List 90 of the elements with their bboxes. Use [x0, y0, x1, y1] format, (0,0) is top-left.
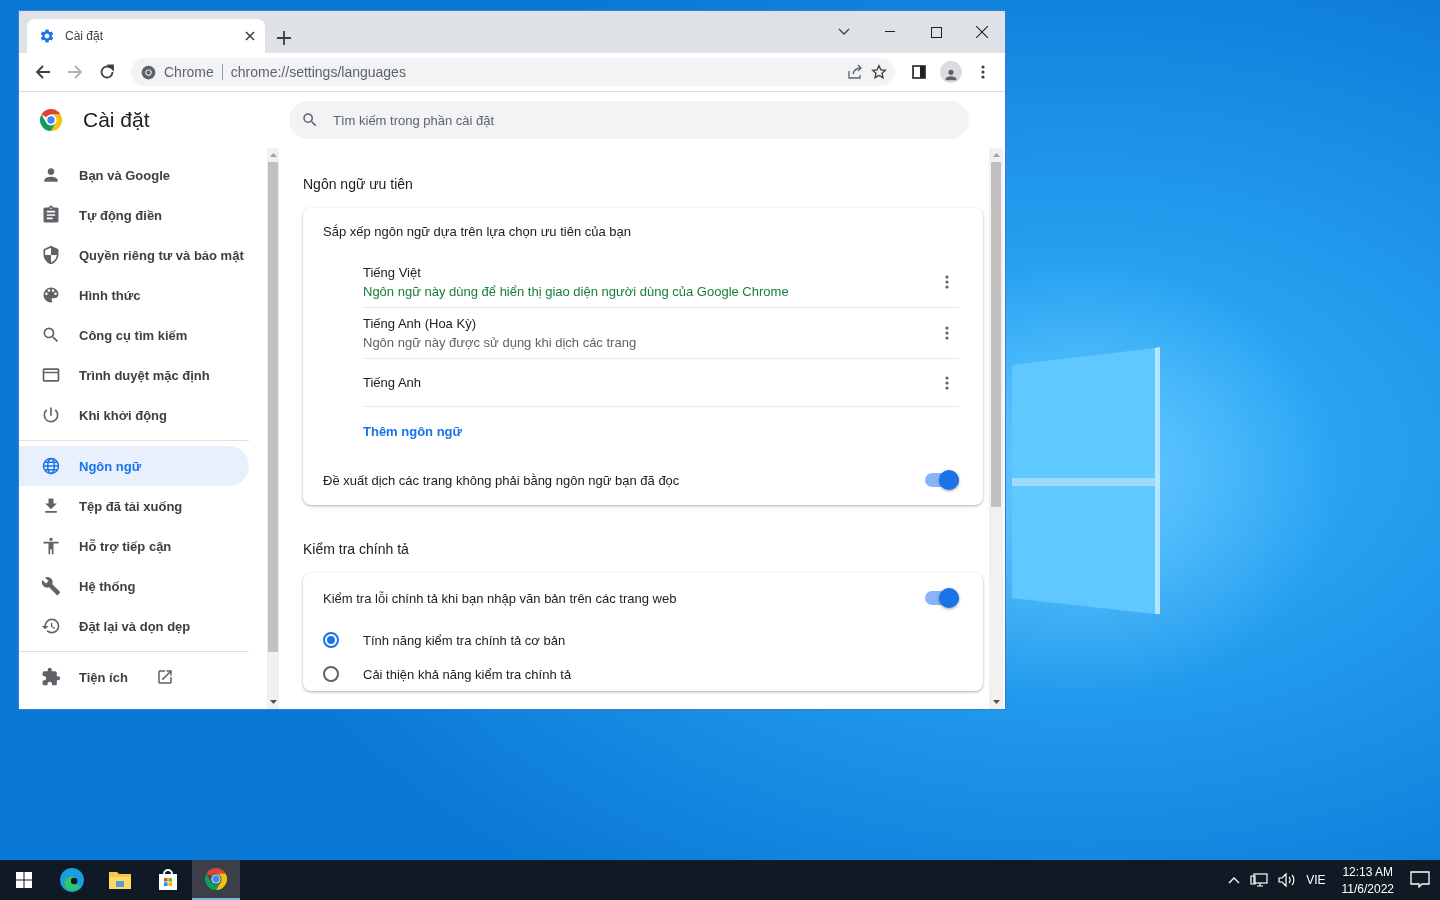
power-icon: [41, 405, 61, 425]
store-icon: [156, 868, 180, 892]
sidebar-item[interactable]: Ngôn ngữ: [19, 446, 249, 486]
close-icon: [976, 26, 988, 38]
new-tab-button[interactable]: [277, 31, 291, 45]
radio-button[interactable]: [323, 632, 339, 648]
browser-window-icon: [41, 365, 61, 385]
radio-button[interactable]: [323, 666, 339, 682]
option-label: Cải thiện khả năng kiểm tra chính tả: [363, 666, 572, 682]
more-icon: [945, 326, 949, 340]
add-language-link[interactable]: Thêm ngôn ngữ: [363, 423, 462, 439]
volume-button[interactable]: [1278, 872, 1297, 888]
search-icon: [41, 325, 61, 345]
more-icon: [945, 275, 949, 289]
chevron-up-button[interactable]: [1228, 876, 1241, 884]
menu-icon: [981, 65, 985, 79]
sidebar-item[interactable]: Quyền riêng tư và bảo mật: [19, 235, 249, 275]
url-text: chrome://settings/languages: [230, 64, 407, 80]
language-note: Ngôn ngữ này được sử dụng khi dịch các trang: [363, 335, 638, 350]
language-name: Tiếng Anh: [363, 375, 423, 390]
history-icon: [41, 616, 61, 636]
maximize-icon: [930, 26, 942, 38]
star-icon[interactable]: [871, 64, 887, 80]
sidebar-item[interactable]: Hình thức: [19, 275, 249, 315]
section-title: Kiểm tra chính tả: [303, 541, 410, 557]
wrench-icon: [41, 576, 61, 596]
sidebar-item[interactable]: Tự động điền: [19, 195, 249, 235]
input-language[interactable]: VIE: [1306, 873, 1326, 887]
card-description: Sắp xếp ngôn ngữ dựa trên lựa chọn ưu tiên của bạn: [323, 223, 633, 241]
sidebar-item[interactable]: Bạn và Google: [19, 155, 249, 195]
gear-icon: [39, 28, 55, 44]
globe-icon: [41, 456, 61, 476]
language-note: Ngôn ngữ này dùng để hiển thị giao diện người dùng của Google Chrome: [363, 284, 790, 299]
setting-label: Đề xuất dịch các trang không phải bằng ngôn ngữ bạn đã đọc: [323, 472, 680, 488]
scrollbar[interactable]: [989, 148, 1003, 709]
external-link-icon: [155, 668, 174, 686]
clock[interactable]: 12:13 AM 11/6/2022: [1335, 864, 1400, 896]
search-field[interactable]: Tìm kiếm trong phần cài đặt: [289, 101, 969, 139]
folder-icon: [108, 869, 132, 891]
more-icon: [945, 375, 949, 390]
palette-icon: [41, 285, 61, 305]
origin-label: Chrome: [164, 64, 214, 80]
minimize-icon: [885, 31, 895, 33]
chevron-up-icon: [1228, 876, 1241, 884]
edge-icon: [59, 867, 85, 893]
chrome-logo: [39, 108, 63, 132]
sidebar-item[interactable]: Trình duyệt mặc định: [19, 355, 249, 395]
section-title: Ngôn ngữ ưu tiên: [303, 176, 414, 192]
chrome-icon: [204, 867, 228, 891]
forward-arrow-icon: [67, 64, 83, 80]
sidebar-item[interactable]: Tiện ích: [19, 657, 249, 697]
sidebar-item[interactable]: Khi khởi động: [19, 395, 249, 435]
share-icon[interactable]: [847, 64, 863, 80]
side-panel-icon: [912, 65, 926, 79]
scrollbar[interactable]: [267, 148, 279, 709]
sidebar-item[interactable]: Tệp đã tải xuống: [19, 486, 249, 526]
person-icon: [943, 67, 959, 83]
page-title: Cài đặt: [83, 108, 150, 132]
notification-button[interactable]: [1410, 871, 1430, 889]
shield-icon: [41, 245, 61, 265]
chevron-down-icon: [838, 28, 850, 36]
sidebar-item[interactable]: Đặt lại và dọn dẹp: [19, 606, 249, 646]
sidebar-item[interactable]: Công cụ tìm kiếm: [19, 315, 249, 355]
toggle-switch[interactable]: [925, 588, 959, 608]
language-name: Tiếng Anh (Hoa Kỳ): [363, 316, 477, 331]
puzzle-icon: [41, 667, 61, 687]
network-icon: [1250, 872, 1269, 888]
toggle-switch[interactable]: [925, 470, 959, 490]
windows-icon: [16, 872, 32, 888]
close-tab-button[interactable]: [245, 31, 255, 41]
back-arrow-icon: [35, 64, 51, 80]
taskbar-app[interactable]: [192, 860, 240, 900]
sidebar-item[interactable]: Hỗ trợ tiếp cận: [19, 526, 249, 566]
language-name: Tiếng Việt: [363, 265, 422, 280]
option-label: Tính năng kiểm tra chính tả cơ bản: [363, 632, 566, 648]
search-icon: [301, 111, 319, 129]
notification-icon: [1410, 871, 1430, 889]
chrome-icon: [141, 64, 156, 80]
clipboard-icon: [41, 205, 61, 225]
accessibility-icon: [41, 536, 61, 556]
address-bar[interactable]: Chrome chrome://settings/languages: [131, 58, 895, 86]
scroll-down-icon[interactable]: [269, 700, 277, 704]
sidebar-item[interactable]: Hệ thống: [19, 566, 249, 606]
plus-icon: [277, 31, 291, 45]
close-icon: [245, 31, 255, 41]
reload-icon: [99, 64, 115, 80]
network-button[interactable]: [1250, 872, 1269, 888]
volume-icon: [1278, 872, 1297, 888]
browser-tab[interactable]: Cài đặt: [27, 19, 265, 53]
setting-label: Kiểm tra lỗi chính tả khi bạn nhập văn bản trên các trang web: [323, 590, 677, 606]
